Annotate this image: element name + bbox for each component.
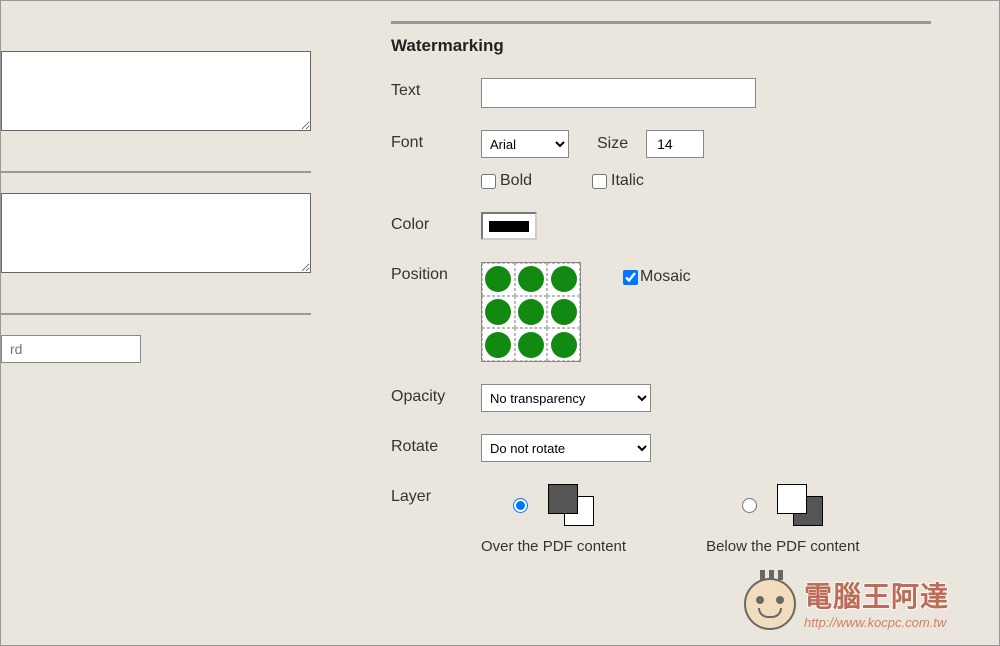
bold-checkbox[interactable]: [481, 174, 496, 189]
layer-below-caption: Below the PDF content: [706, 538, 859, 555]
color-swatch-icon: [489, 221, 529, 232]
password-input[interactable]: [1, 335, 141, 363]
left-textarea-1[interactable]: [1, 51, 311, 131]
watermark-text-input[interactable]: [481, 78, 756, 108]
rotate-label: Rotate: [391, 434, 481, 456]
section-title: Watermarking: [391, 36, 969, 56]
opacity-select[interactable]: No transparency: [481, 384, 651, 412]
position-dot-icon: [551, 332, 577, 358]
position-dot-icon: [485, 332, 511, 358]
left-divider-2: [1, 313, 311, 315]
position-cell-tr[interactable]: [547, 263, 580, 296]
position-dot-icon: [485, 299, 511, 325]
position-cell-ml[interactable]: [482, 296, 515, 329]
position-dot-icon: [551, 299, 577, 325]
section-divider: [391, 21, 931, 24]
layer-label: Layer: [391, 484, 481, 506]
position-cell-mc[interactable]: [515, 296, 548, 329]
layer-over-icon: [548, 484, 594, 526]
size-label: Size: [597, 135, 628, 153]
position-grid[interactable]: [481, 262, 581, 362]
size-input[interactable]: [646, 130, 704, 158]
layer-over-caption: Over the PDF content: [481, 538, 626, 555]
position-cell-bl[interactable]: [482, 328, 515, 361]
color-label: Color: [391, 212, 481, 234]
layer-over-radio[interactable]: [513, 498, 528, 513]
position-dot-icon: [551, 266, 577, 292]
position-cell-mr[interactable]: [547, 296, 580, 329]
color-picker[interactable]: [481, 212, 537, 240]
position-cell-tc[interactable]: [515, 263, 548, 296]
position-dot-icon: [518, 299, 544, 325]
left-divider-1: [1, 171, 311, 173]
layer-below-radio[interactable]: [742, 498, 757, 513]
italic-label: Italic: [611, 172, 644, 190]
text-label: Text: [391, 78, 481, 100]
position-dot-icon: [518, 332, 544, 358]
opacity-label: Opacity: [391, 384, 481, 406]
layer-below-icon: [777, 484, 823, 526]
bold-label: Bold: [500, 172, 532, 190]
position-dot-icon: [485, 266, 511, 292]
font-label: Font: [391, 130, 481, 152]
position-dot-icon: [518, 266, 544, 292]
position-cell-tl[interactable]: [482, 263, 515, 296]
position-cell-bc[interactable]: [515, 328, 548, 361]
position-label: Position: [391, 262, 481, 284]
left-textarea-2[interactable]: [1, 193, 311, 273]
mosaic-label: Mosaic: [640, 268, 691, 286]
mosaic-checkbox[interactable]: [623, 270, 638, 285]
font-select[interactable]: Arial: [481, 130, 569, 158]
position-cell-br[interactable]: [547, 328, 580, 361]
rotate-select[interactable]: Do not rotate: [481, 434, 651, 462]
italic-checkbox[interactable]: [592, 174, 607, 189]
